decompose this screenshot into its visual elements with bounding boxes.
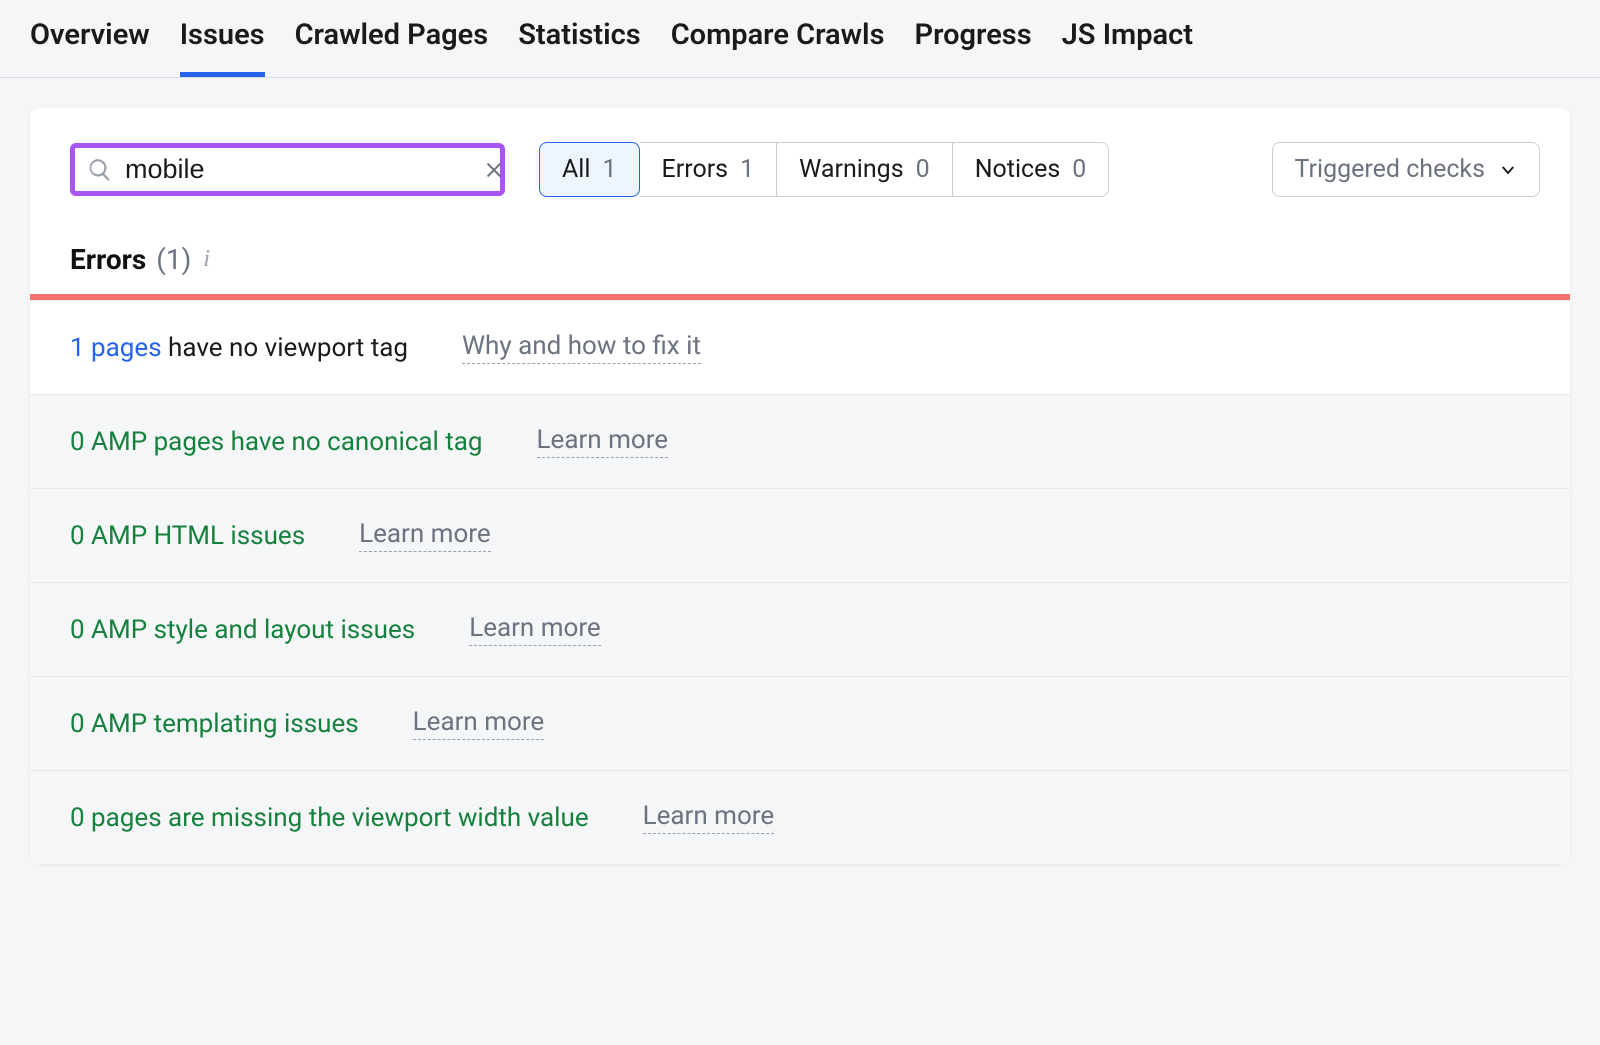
triggered-label: Triggered checks	[1295, 155, 1485, 184]
issue-text: 0 AMP templating issues	[70, 709, 359, 739]
search-box[interactable]	[70, 143, 505, 196]
search-icon	[87, 157, 113, 183]
filter-warnings-count: 0	[916, 155, 930, 184]
errors-section-header: Errors (1) i	[30, 221, 1570, 294]
clear-icon[interactable]	[479, 155, 509, 185]
filter-warnings[interactable]: Warnings 0	[777, 142, 953, 197]
search-input[interactable]	[125, 154, 479, 185]
filter-notices-label: Notices	[975, 155, 1061, 184]
learn-more-link[interactable]: Learn more	[359, 519, 491, 552]
learn-more-link[interactable]: Learn more	[469, 613, 601, 646]
nav-tabs: Overview Issues Crawled Pages Statistics…	[0, 0, 1600, 78]
fix-link[interactable]: Why and how to fix it	[462, 331, 701, 364]
issue-text: 0 pages are missing the viewport width v…	[70, 803, 589, 833]
tab-issues[interactable]: Issues	[180, 18, 265, 77]
tab-progress[interactable]: Progress	[914, 18, 1031, 77]
issues-panel: All 1 Errors 1 Warnings 0 Notices 0 Trig…	[30, 108, 1570, 864]
issue-row-viewport: 1 pages have no viewport tag Why and how…	[30, 300, 1570, 394]
filter-warnings-label: Warnings	[799, 155, 903, 184]
tab-compare-crawls[interactable]: Compare Crawls	[671, 18, 885, 77]
learn-more-link[interactable]: Learn more	[413, 707, 545, 740]
learn-more-link[interactable]: Learn more	[537, 425, 669, 458]
tab-crawled-pages[interactable]: Crawled Pages	[295, 18, 489, 77]
tab-overview[interactable]: Overview	[30, 18, 150, 77]
triggered-checks-dropdown[interactable]: Triggered checks	[1272, 142, 1540, 197]
info-icon[interactable]: i	[203, 246, 210, 273]
errors-title: Errors	[70, 243, 146, 276]
issue-text: 0 AMP pages have no canonical tag	[70, 427, 483, 457]
filter-errors-count: 1	[740, 155, 754, 184]
chevron-down-icon	[1499, 161, 1517, 179]
issue-row-amp-style: 0 AMP style and layout issues Learn more	[30, 582, 1570, 676]
filter-notices-count: 0	[1072, 155, 1086, 184]
issue-row-amp-html: 0 AMP HTML issues Learn more	[30, 488, 1570, 582]
pages-link[interactable]: 1 pages	[70, 333, 162, 363]
toolbar: All 1 Errors 1 Warnings 0 Notices 0 Trig…	[30, 108, 1570, 221]
filter-all-count: 1	[602, 155, 616, 184]
filter-all-label: All	[562, 155, 590, 184]
errors-count: (1)	[156, 243, 191, 276]
issue-text: 0 AMP HTML issues	[70, 521, 305, 551]
issue-text: 0 AMP style and layout issues	[70, 615, 415, 645]
filter-errors[interactable]: Errors 1	[640, 142, 778, 197]
issue-row-amp-canonical: 0 AMP pages have no canonical tag Learn …	[30, 394, 1570, 488]
tab-statistics[interactable]: Statistics	[518, 18, 641, 77]
issue-row-viewport-width: 0 pages are missing the viewport width v…	[30, 770, 1570, 864]
issue-row-amp-templating: 0 AMP templating issues Learn more	[30, 676, 1570, 770]
filter-group: All 1 Errors 1 Warnings 0 Notices 0	[539, 142, 1109, 197]
tab-js-impact[interactable]: JS Impact	[1062, 18, 1193, 77]
filter-notices[interactable]: Notices 0	[953, 142, 1110, 197]
filter-all[interactable]: All 1	[539, 142, 640, 197]
filter-errors-label: Errors	[662, 155, 729, 184]
issue-text: 1 pages have no viewport tag	[70, 333, 408, 363]
learn-more-link[interactable]: Learn more	[643, 801, 775, 834]
